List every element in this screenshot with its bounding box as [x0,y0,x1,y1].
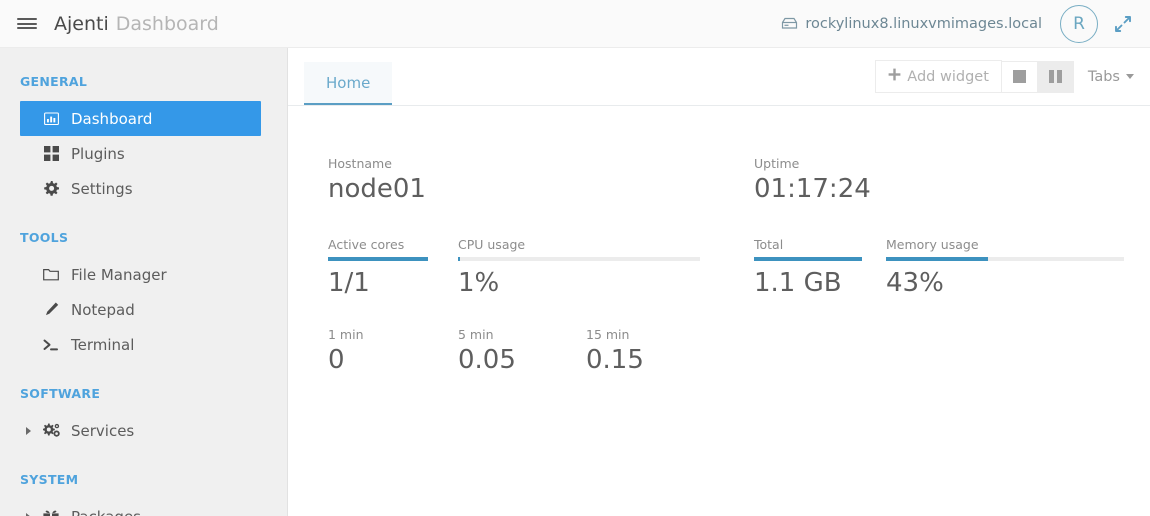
server-icon [781,17,798,30]
widget-active-cores: Active cores 1/1 [328,237,428,297]
widget-label: Active cores [328,237,405,252]
widget-load-5min: 5 min 0.05 [458,327,578,374]
progress-bar [458,257,700,261]
tab-home[interactable]: Home [304,62,393,105]
widget-label: Uptime [754,156,800,171]
widget-value: node01 [328,174,426,204]
sidebar-item-dashboard[interactable]: Dashboard [20,101,261,136]
sidebar-item-label: Packages [71,508,141,516]
top-bar: Ajenti Dashboard rockylinux8.linuxvmimag… [0,0,1150,48]
layout-two-column-button[interactable] [1037,60,1074,93]
sidebar-section-tools: TOOLS [20,230,69,245]
app-name: Ajenti [54,12,109,35]
widget-label: CPU usage [458,237,526,252]
layout-one-column-button[interactable] [1001,60,1038,93]
widget-uptime: Uptime 01:17:24 [754,156,1134,203]
two-column-icon [1048,70,1062,83]
progress-bar-fill [328,257,428,261]
widget-value: 0.05 [458,345,516,375]
widget-value: 43% [886,268,944,298]
page-title: Dashboard [115,12,219,35]
widget-value: 1% [458,268,500,298]
hostname-label: rockylinux8.linuxvmimages.local [805,15,1042,32]
gear-icon [42,180,60,197]
widget-memory-total: Total 1.1 GB [754,237,862,297]
add-widget-label: Add widget [907,68,989,85]
brand: Ajenti Dashboard [54,13,219,35]
widget-toolbar: Add widget Tabs [875,60,1150,105]
sidebar-item-services[interactable]: Services [20,413,261,448]
sidebar-item-label: Notepad [71,300,135,319]
widget-value: 0 [328,345,345,375]
cogs-icon [42,423,60,438]
sidebar-section-general: GENERAL [20,74,88,89]
sidebar-item-file-manager[interactable]: File Manager [20,257,261,292]
sidebar-item-label: Terminal [71,335,135,354]
sidebar-item-label: Services [71,421,135,440]
progress-bar-fill [458,257,461,261]
grid-icon [42,146,60,161]
progress-bar-fill [754,257,862,261]
sidebar-section-software: SOFTWARE [20,386,101,401]
progress-bar [886,257,1124,261]
folder-icon [42,268,60,281]
sidebar: GENERAL Dashboard Plugins Settings TOOLS… [0,48,288,516]
chevron-down-icon [1126,74,1134,79]
widget-load-15min: 15 min 0.15 [586,327,706,374]
sidebar-item-label: Dashboard [71,109,153,128]
widget-memory-usage: Memory usage 43% [886,237,1124,297]
tabs-menu-label: Tabs [1087,68,1120,85]
widget-load-1min: 1 min 0 [328,327,448,374]
progress-bar [328,257,428,261]
widget-label: Hostname [328,156,392,171]
sidebar-item-terminal[interactable]: Terminal [20,327,261,362]
avatar-initial: R [1073,13,1085,34]
widget-label: Total [754,237,784,252]
hamburger-icon[interactable] [0,0,54,48]
gift-icon [42,510,60,516]
sidebar-item-settings[interactable]: Settings [20,171,261,206]
add-widget-button[interactable]: Add widget [875,60,1002,93]
sidebar-item-notepad[interactable]: Notepad [20,292,261,327]
pencil-icon [42,302,60,317]
terminal-icon [42,338,60,352]
expand-icon[interactable] [1110,11,1136,37]
plus-icon [888,68,901,85]
main-content: Home Add widget Tabs Hostname node01 Upt… [288,48,1150,516]
widget-value: 1/1 [328,268,370,298]
tabs-menu-button[interactable]: Tabs [1074,62,1140,92]
widget-label: Memory usage [886,237,979,252]
widget-value: 1.1 GB [754,268,842,298]
widget-value: 01:17:24 [754,174,871,204]
widget-value: 0.15 [586,345,644,375]
progress-bar [754,257,862,261]
widget-hostname: Hostname node01 [328,156,708,203]
caret-right-icon [26,512,31,516]
single-column-icon [1012,70,1026,83]
chart-bar-icon [42,111,60,126]
sidebar-section-system: SYSTEM [20,472,79,487]
sidebar-item-label: Settings [71,179,133,198]
top-bar-right: rockylinux8.linuxvmimages.local R [781,4,1150,43]
progress-bar-fill [886,257,989,261]
sidebar-item-packages[interactable]: Packages [20,499,261,516]
widget-label: 1 min [328,327,364,342]
sidebar-item-plugins[interactable]: Plugins [20,136,261,171]
tab-bar: Home Add widget Tabs [288,48,1150,106]
widget-cpu-usage: CPU usage 1% [458,237,700,297]
sidebar-item-label: File Manager [71,265,167,284]
widget-label: 5 min [458,327,494,342]
host-indicator[interactable]: rockylinux8.linuxvmimages.local [781,16,1042,32]
caret-right-icon [26,426,31,435]
widget-label: 15 min [586,327,630,342]
avatar[interactable]: R [1060,4,1098,43]
sidebar-item-label: Plugins [71,144,125,163]
